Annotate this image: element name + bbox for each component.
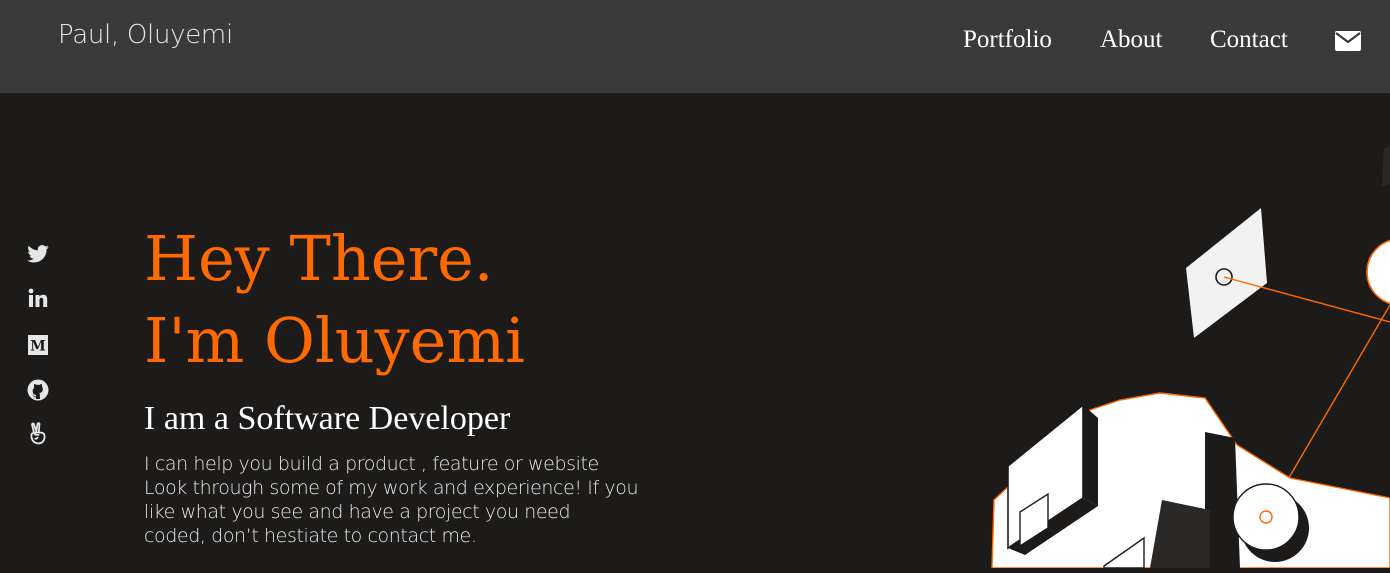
svg-text:M: M <box>30 339 46 355</box>
description-line: I can help you build a product , feature… <box>144 453 599 475</box>
hero-greeting: Hey There. <box>144 222 494 295</box>
linkedin-icon[interactable] <box>26 286 50 310</box>
description-line: like what you see and have a project you… <box>144 501 571 523</box>
nav-about-link[interactable]: About <box>1100 26 1163 54</box>
envelope-icon[interactable] <box>1334 30 1362 52</box>
hero-heading: Hey There. I'm Oluyemi <box>144 218 525 382</box>
twitter-icon[interactable] <box>26 242 50 266</box>
description-line: Look through some of my work and experie… <box>144 477 639 499</box>
top-navbar: Paul, Oluyemi Portfolio About Contact <box>0 0 1390 93</box>
hero-name: I'm Oluyemi <box>144 304 525 377</box>
medium-icon[interactable]: M <box>26 333 50 357</box>
main-nav: Portfolio About Contact <box>0 26 1390 66</box>
angellist-icon[interactable] <box>26 422 50 446</box>
nav-contact-link[interactable]: Contact <box>1210 26 1288 54</box>
description-line: coded, don’t hestiate to contact me. <box>144 525 477 547</box>
github-icon[interactable] <box>26 378 50 402</box>
hero-description: I can help you build a product , feature… <box>144 452 644 548</box>
role-subtitle: I am a Software Developer <box>144 400 511 437</box>
hero-illustration <box>980 140 1390 569</box>
nav-portfolio-link[interactable]: Portfolio <box>963 26 1052 54</box>
